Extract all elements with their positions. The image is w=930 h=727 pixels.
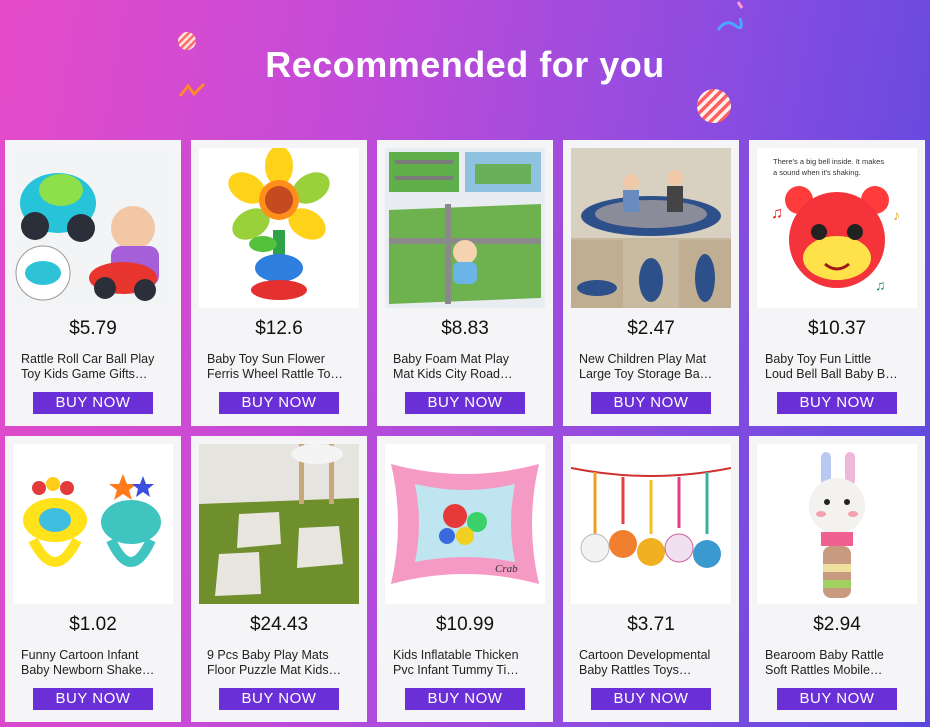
product-image-city-road-play-mat[interactable] bbox=[385, 148, 545, 308]
product-grid: $5.79 Rattle Roll Car Ball Play Toy Kids… bbox=[5, 140, 925, 722]
buy-now-button[interactable]: BUY NOW bbox=[777, 688, 897, 710]
product-image-hand-rattles[interactable] bbox=[13, 444, 173, 604]
product-card[interactable]: $5.79 Rattle Roll Car Ball Play Toy Kids… bbox=[5, 140, 181, 426]
product-name[interactable]: New Children Play Mat Large Toy Storage … bbox=[579, 352, 727, 382]
buy-now-button[interactable]: BUY NOW bbox=[219, 688, 339, 710]
product-card[interactable]: $2.47 New Children Play Mat Large Toy St… bbox=[563, 140, 739, 426]
music-note-icon: ♫ bbox=[771, 205, 783, 222]
product-image-sunflower-rattle[interactable] bbox=[199, 148, 359, 308]
product-image-bell-ball-plush[interactable]: There's a big bell inside. It makes a so… bbox=[757, 148, 917, 308]
product-card[interactable]: $3.71 Cartoon Developmental Baby Rattles… bbox=[563, 436, 739, 722]
product-price: $5.79 bbox=[69, 318, 117, 339]
product-price: $12.6 bbox=[255, 318, 303, 339]
product-price: $24.43 bbox=[249, 614, 309, 635]
product-price: $3.71 bbox=[627, 614, 675, 635]
product-price: $2.94 bbox=[813, 614, 861, 635]
striped-ball-decoration bbox=[697, 89, 731, 123]
product-image-puzzle-floor-mat[interactable] bbox=[199, 444, 359, 604]
music-note-icon: ♫ bbox=[875, 277, 886, 293]
buy-now-button[interactable]: BUY NOW bbox=[33, 392, 153, 414]
product-name[interactable]: Bearoom Baby Rattle Soft Rattles Mobile… bbox=[765, 648, 913, 678]
buy-now-button[interactable]: BUY NOW bbox=[219, 392, 339, 414]
product-card[interactable]: $24.43 9 Pcs Baby Play Mats Floor Puzzle… bbox=[191, 436, 367, 722]
product-card[interactable]: Crab $10.99 Kids Inflatable Thicken Pvc … bbox=[377, 436, 553, 722]
buy-now-button[interactable]: BUY NOW bbox=[405, 688, 525, 710]
buy-now-button[interactable]: BUY NOW bbox=[591, 392, 711, 414]
svg-text:a sound when it's shaking.: a sound when it's shaking. bbox=[773, 168, 861, 177]
product-image-hanging-rattles[interactable] bbox=[571, 444, 731, 604]
product-card[interactable]: $1.02 Funny Cartoon Infant Baby Newborn … bbox=[5, 436, 181, 722]
product-name[interactable]: Funny Cartoon Infant Baby Newborn Shake… bbox=[21, 648, 169, 678]
product-name[interactable]: Kids Inflatable Thicken Pvc Infant Tummy… bbox=[393, 648, 541, 678]
product-name[interactable]: Cartoon Developmental Baby Rattles Toys… bbox=[579, 648, 727, 678]
product-card[interactable]: $12.6 Baby Toy Sun Flower Ferris Wheel R… bbox=[191, 140, 367, 426]
product-price: $10.37 bbox=[807, 318, 867, 339]
swirl-decoration bbox=[716, 1, 744, 31]
product-name[interactable]: 9 Pcs Baby Play Mats Floor Puzzle Mat Ki… bbox=[207, 648, 355, 678]
buy-now-button[interactable]: BUY NOW bbox=[777, 392, 897, 414]
product-name[interactable]: Baby Foam Mat Play Mat Kids City Road… bbox=[393, 352, 541, 382]
music-note-icon: ♪ bbox=[893, 207, 900, 223]
product-image-plush-stick-rattle[interactable] bbox=[757, 444, 917, 604]
image-caption: There's a big bell inside. It makes bbox=[773, 157, 884, 166]
buy-now-button[interactable]: BUY NOW bbox=[33, 688, 153, 710]
product-image-toy-car-rattle[interactable] bbox=[13, 148, 173, 308]
page-title: Recommended for you bbox=[265, 44, 665, 85]
product-price: $1.02 bbox=[69, 614, 117, 635]
product-name[interactable]: Baby Toy Sun Flower Ferris Wheel Rattle … bbox=[207, 352, 355, 382]
product-image-toy-storage-mat[interactable] bbox=[571, 148, 731, 308]
image-caption: Crab bbox=[495, 563, 518, 575]
buy-now-button[interactable]: BUY NOW bbox=[591, 688, 711, 710]
product-name[interactable]: Rattle Roll Car Ball Play Toy Kids Game … bbox=[21, 352, 169, 382]
product-price: $8.83 bbox=[441, 318, 489, 339]
product-name[interactable]: Baby Toy Fun Little Loud Bell Ball Baby … bbox=[765, 352, 913, 382]
product-card[interactable]: There's a big bell inside. It makes a so… bbox=[749, 140, 925, 426]
product-card[interactable]: $2.94 Bearoom Baby Rattle Soft Rattles M… bbox=[749, 436, 925, 722]
product-price: $10.99 bbox=[435, 614, 495, 635]
product-price: $2.47 bbox=[627, 318, 675, 339]
buy-now-button[interactable]: BUY NOW bbox=[405, 392, 525, 414]
product-card[interactable]: $8.83 Baby Foam Mat Play Mat Kids City R… bbox=[377, 140, 553, 426]
product-image-inflatable-water-mat[interactable]: Crab bbox=[385, 444, 545, 604]
